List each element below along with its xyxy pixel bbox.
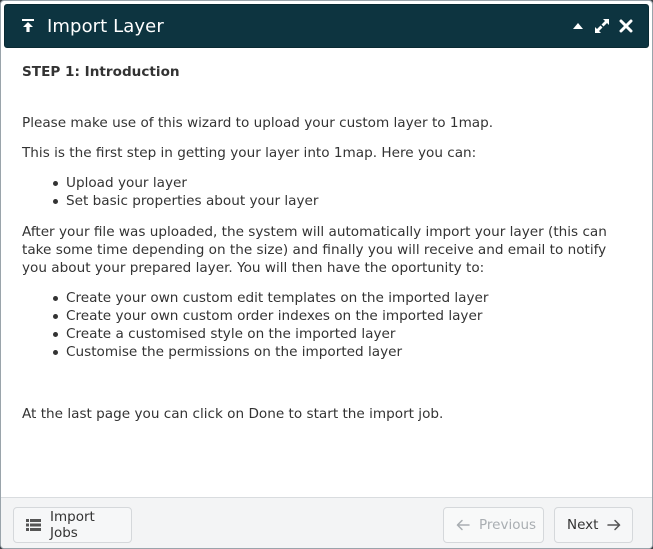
list-item: Customise the permissions on the importe… [53, 343, 632, 361]
arrow-left-icon [456, 519, 470, 531]
intro-text: Please make use of this wizard to upload… [22, 115, 494, 131]
dialog-title: Import Layer [47, 15, 164, 37]
list-item: Create your own custom order indexes on … [53, 307, 632, 325]
maximize-icon[interactable] [594, 18, 610, 34]
list-item: Set basic properties about your layer [53, 192, 632, 210]
window-actions [570, 18, 648, 34]
upload-icon [19, 17, 37, 35]
list-item: Upload your layer [53, 174, 632, 192]
table-icon [26, 519, 41, 531]
after-upload-text: After your file was uploaded, the system… [22, 224, 607, 276]
collapse-icon[interactable] [570, 18, 586, 34]
next-button[interactable]: Next [554, 507, 633, 543]
previous-button[interactable]: Previous [443, 507, 544, 543]
list-item: Create your own custom edit templates on… [53, 289, 632, 307]
import-layer-dialog: Import Layer STEP 1: Introduction Please… [0, 0, 653, 549]
next-label: Next [567, 517, 599, 533]
step-title: STEP 1: Introduction [22, 64, 180, 80]
import-jobs-label: Import Jobs [50, 509, 95, 541]
capabilities-list: Upload your layer Set basic properties a… [53, 174, 632, 210]
import-jobs-button[interactable]: Import Jobs [13, 507, 132, 543]
close-icon[interactable] [618, 18, 634, 34]
wizard-content: STEP 1: Introduction Please make use of … [22, 63, 632, 435]
opportunities-list: Create your own custom edit templates on… [53, 289, 632, 361]
previous-label: Previous [479, 517, 537, 533]
arrow-right-icon [607, 519, 622, 531]
last-page-text: At the last page you can click on Done t… [22, 406, 444, 422]
dialog-titlebar[interactable]: Import Layer [4, 4, 649, 48]
dialog-footer: Import Jobs Previous Next [1, 497, 652, 548]
first-step-text: This is the first step in getting your l… [22, 145, 477, 161]
list-item: Create a customised style on the importe… [53, 325, 632, 343]
